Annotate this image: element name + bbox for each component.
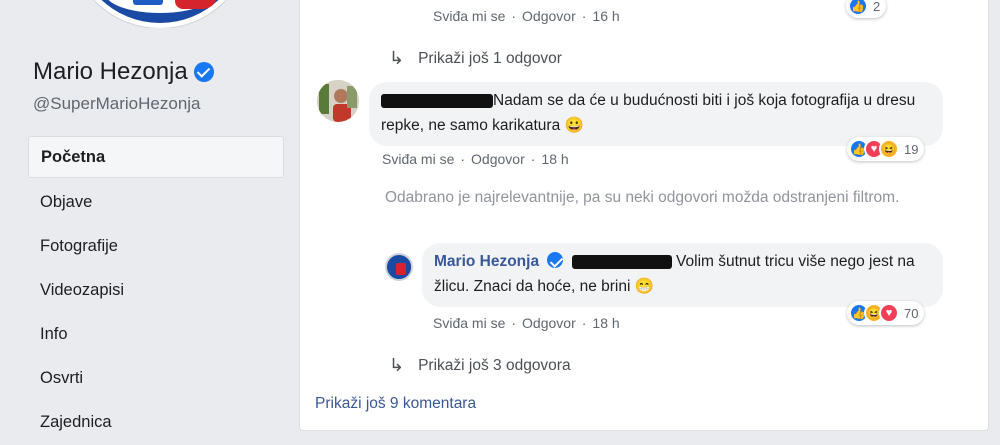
- profile-picture-logo-blue: [133, 0, 163, 5]
- reaction-summary[interactable]: 👍 😆 ♥ 70: [847, 301, 925, 325]
- commenter-avatar-image: [317, 80, 359, 122]
- verified-badge-icon: [193, 62, 214, 82]
- profile-picture[interactable]: [60, 0, 260, 28]
- reply-arrow-icon: ↳: [389, 355, 405, 375]
- reply-action[interactable]: Odgovor: [471, 151, 525, 167]
- nav-item-objave[interactable]: Objave: [28, 180, 284, 224]
- like-reaction-icon: 👍: [848, 0, 868, 16]
- page-nav: Početna Objave Fotografije Videozapisi I…: [28, 136, 284, 444]
- love-reaction-icon: ♥: [879, 303, 899, 323]
- verified-badge-icon: [547, 252, 564, 268]
- top-reply-meta: Sviđa mi se · Odgovor · 16 h: [433, 8, 620, 24]
- reply-bubble: Mario Hezonja Volim šutnut tricu više ne…: [422, 243, 943, 307]
- nav-item-zajednica[interactable]: Zajednica: [28, 400, 284, 444]
- redacted-author: [381, 93, 493, 108]
- like-action[interactable]: Sviđa mi se: [433, 315, 505, 331]
- reply-author-avatar[interactable]: [385, 253, 413, 281]
- like-action[interactable]: Sviđa mi se: [433, 8, 505, 24]
- reply-action[interactable]: Odgovor: [522, 315, 576, 331]
- comment-meta: Sviđa mi se · Odgovor · 18 h: [382, 151, 569, 167]
- reply-action[interactable]: Odgovor: [522, 8, 576, 24]
- timestamp[interactable]: 18 h: [541, 151, 568, 167]
- nav-item-videozapisi[interactable]: Videozapisi: [28, 268, 284, 312]
- nav-item-fotografije[interactable]: Fotografije: [28, 224, 284, 268]
- filter-notice: Odabrano je najrelevantnije, pa su neki …: [385, 189, 900, 206]
- haha-reaction-icon: 😆: [879, 139, 899, 159]
- reaction-count: 70: [904, 305, 919, 321]
- reaction-count: 2: [873, 0, 881, 14]
- profile-picture-logo-red: [175, 0, 217, 9]
- show-more-comments-link[interactable]: Prikaži još 9 komentara: [315, 395, 476, 413]
- reply-meta: Sviđa mi se · Odgovor · 18 h: [433, 315, 620, 331]
- nav-item-pocetna[interactable]: Početna: [28, 136, 284, 178]
- reply-author-name[interactable]: Mario Hezonja: [434, 253, 539, 270]
- show-more-replies-label: Prikaži još 3 odgovora: [418, 356, 571, 374]
- reaction-summary[interactable]: 👍 2: [846, 0, 887, 18]
- page-name-text[interactable]: Mario Hezonja: [33, 58, 188, 86]
- profile-picture-circle: [70, 0, 250, 28]
- redacted-mention: [571, 254, 672, 269]
- page-name[interactable]: Mario Hezonja: [33, 58, 214, 86]
- timestamp[interactable]: 18 h: [592, 315, 619, 331]
- page-handle[interactable]: @SuperMarioHezonja: [33, 94, 201, 114]
- show-more-replies-label: Prikaži još 1 odgovor: [418, 49, 562, 67]
- timestamp[interactable]: 16 h: [592, 8, 619, 24]
- show-more-replies-link[interactable]: ↳ Prikaži još 1 odgovor: [389, 48, 562, 69]
- show-more-replies-link[interactable]: ↳ Prikaži još 3 odgovora: [389, 355, 571, 376]
- reaction-summary[interactable]: 👍 ♥ 😆 19: [847, 137, 925, 161]
- commenter-avatar[interactable]: [317, 80, 359, 122]
- reaction-count: 19: [904, 141, 919, 157]
- nav-item-osvrti[interactable]: Osvrti: [28, 356, 284, 400]
- reply-arrow-icon: ↳: [389, 48, 405, 68]
- nav-item-info[interactable]: Info: [28, 312, 284, 356]
- like-action[interactable]: Sviđa mi se: [382, 151, 454, 167]
